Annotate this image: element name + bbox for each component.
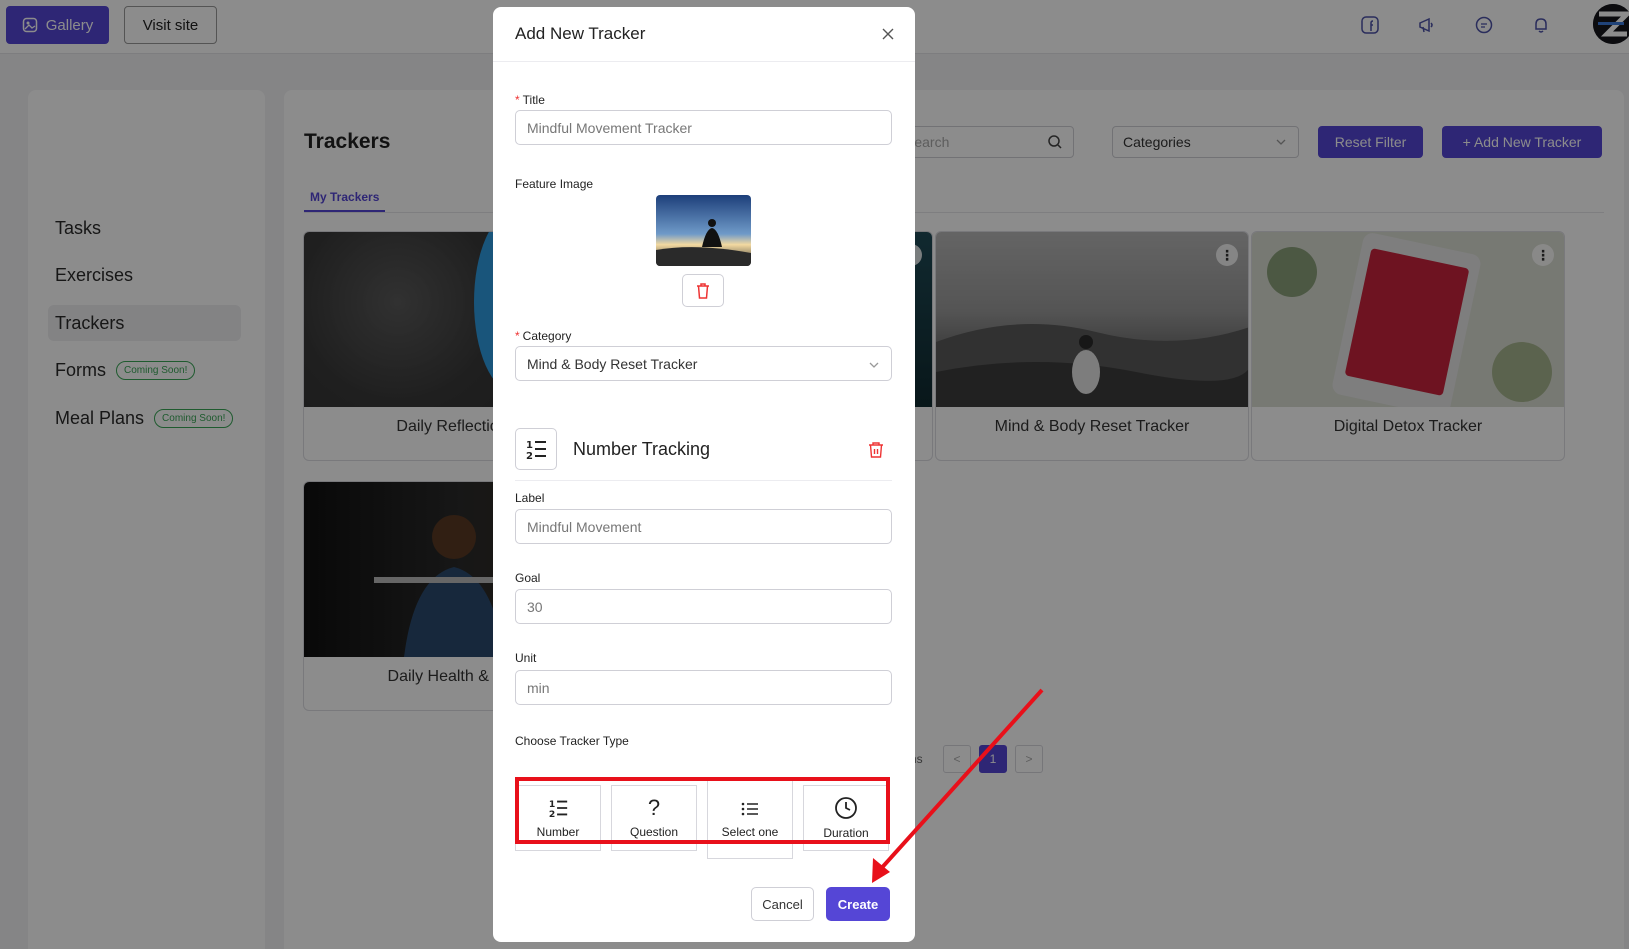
tracker-type-label: Choose Tracker Type	[515, 734, 629, 748]
goal-label: Goal	[515, 571, 541, 585]
divider	[515, 480, 892, 481]
goal-input[interactable]: 30	[515, 589, 892, 624]
modal-title: Add New Tracker	[515, 24, 646, 43]
label-input[interactable]: Mindful Movement	[515, 509, 892, 544]
tracking-title: Number Tracking	[573, 439, 711, 459]
title-value: Mindful Movement Tracker	[527, 119, 692, 136]
annotation-highlight-box	[515, 777, 890, 844]
trash-icon[interactable]	[866, 440, 886, 460]
cancel-button[interactable]: Cancel	[751, 887, 814, 921]
unit-input[interactable]: min	[515, 670, 892, 705]
label-label: Label	[515, 491, 545, 505]
category-select[interactable]: Mind & Body Reset Tracker	[515, 346, 892, 381]
number-list-icon: 12	[515, 428, 557, 470]
feature-image-thumbnail	[656, 195, 751, 266]
label-value: Mindful Movement	[527, 518, 642, 535]
close-icon[interactable]	[879, 25, 897, 43]
title-label: * Title	[515, 93, 545, 107]
chevron-down-icon	[869, 362, 879, 368]
title-input[interactable]: Mindful Movement Tracker	[515, 110, 892, 145]
unit-label: Unit	[515, 651, 537, 665]
modal-header: Add New Tracker	[493, 7, 915, 62]
trash-icon	[697, 282, 709, 299]
feature-image-label: Feature Image	[515, 177, 594, 191]
goal-value: 30	[527, 598, 543, 615]
svg-text:1: 1	[526, 440, 533, 451]
create-button[interactable]: Create	[826, 887, 890, 921]
svg-text:2: 2	[526, 451, 533, 461]
category-value: Mind & Body Reset Tracker	[527, 355, 698, 372]
remove-image-button[interactable]	[682, 274, 724, 307]
category-label: * Category	[515, 329, 572, 343]
unit-value: min	[527, 679, 550, 696]
